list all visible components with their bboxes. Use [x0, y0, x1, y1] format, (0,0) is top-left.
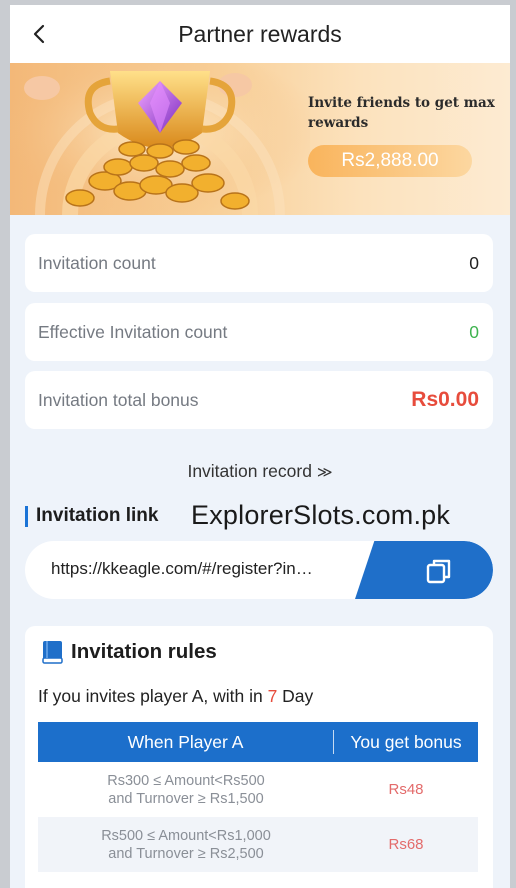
invitation-url[interactable]: https://kkeagle.com/#/register?in…	[51, 559, 351, 579]
invitation-link-heading: Invitation link	[25, 505, 158, 527]
rules-desc-prefix: If you invites player A, with in	[38, 686, 268, 706]
max-reward-amount: Rs2,888.00	[308, 145, 472, 177]
condition-cell: Rs300 ≤ Amount<Rs500 and Turnover ≥ Rs1,…	[38, 772, 334, 808]
chevron-left-icon[interactable]	[28, 22, 52, 46]
bonus-cell: Rs48	[388, 781, 424, 798]
rules-title: Invitation rules	[71, 640, 217, 663]
rules-days: 7	[267, 686, 278, 706]
table-row: Rs300 ≤ Amount<Rs500 and Turnover ≥ Rs1,…	[38, 762, 478, 817]
rules-heading: Invitation rules	[41, 639, 217, 665]
invitation-record-link[interactable]: Invitation record ≫	[10, 461, 510, 482]
invitation-rules-card: Invitation rules If you invites player A…	[25, 626, 493, 888]
watermark-text: ExplorerSlots.com.pk	[191, 500, 451, 530]
trophy-coins-icon	[10, 63, 310, 215]
copy-link-button[interactable]	[355, 541, 493, 599]
stat-value: 0	[469, 321, 479, 342]
stat-value: 0	[469, 252, 479, 273]
record-link-label: Invitation record	[187, 461, 312, 481]
book-icon	[42, 641, 63, 664]
effective-invitation-count-card: Effective Invitation count 0	[25, 303, 493, 361]
stat-label: Invitation total bonus	[38, 389, 199, 410]
rules-description: If you invites player A, with in 7 Day	[38, 686, 313, 707]
app-screen: Partner rewards Invite friends to get ma…	[10, 5, 510, 888]
rules-desc-suffix: Day	[277, 686, 314, 706]
table-header: When Player A You get bonus	[38, 722, 478, 762]
condition-line: Rs500 ≤ Amount<Rs1,000	[101, 827, 271, 844]
table-row: Rs500 ≤ Amount<Rs1,000 and Turnover ≥ Rs…	[38, 817, 478, 872]
stat-value: Rs0.00	[411, 388, 479, 411]
copy-icon	[426, 559, 451, 584]
condition-line: and Turnover ≥ Rs1,500	[108, 790, 264, 807]
condition-line: Rs300 ≤ Amount<Rs500	[107, 772, 265, 789]
section-accent-bar	[25, 505, 28, 527]
header: Partner rewards	[10, 5, 510, 63]
column-header: When Player A	[38, 730, 334, 754]
banner-text: Invite friends to get max rewards	[308, 95, 495, 131]
condition-line: and Turnover ≥ Rs2,500	[108, 845, 264, 862]
invitation-total-bonus-card: Invitation total bonus Rs0.00	[25, 371, 493, 429]
rewards-banner: Invite friends to get max rewards Rs2,88…	[10, 63, 510, 215]
invitation-link-field: https://kkeagle.com/#/register?in…	[25, 541, 493, 599]
double-chevron-right-icon: ≫	[316, 464, 333, 481]
stat-label: Effective Invitation count	[38, 321, 228, 342]
bonus-cell: Rs68	[388, 836, 424, 853]
invitation-count-card: Invitation count 0	[25, 234, 493, 292]
stat-label: Invitation count	[38, 252, 156, 273]
rules-table: When Player A You get bonus Rs300 ≤ Amou…	[38, 722, 478, 872]
section-title: Invitation link	[36, 505, 159, 526]
column-header: You get bonus	[350, 731, 462, 752]
page-title: Partner rewards	[178, 20, 342, 47]
condition-cell: Rs500 ≤ Amount<Rs1,000 and Turnover ≥ Rs…	[38, 827, 334, 863]
